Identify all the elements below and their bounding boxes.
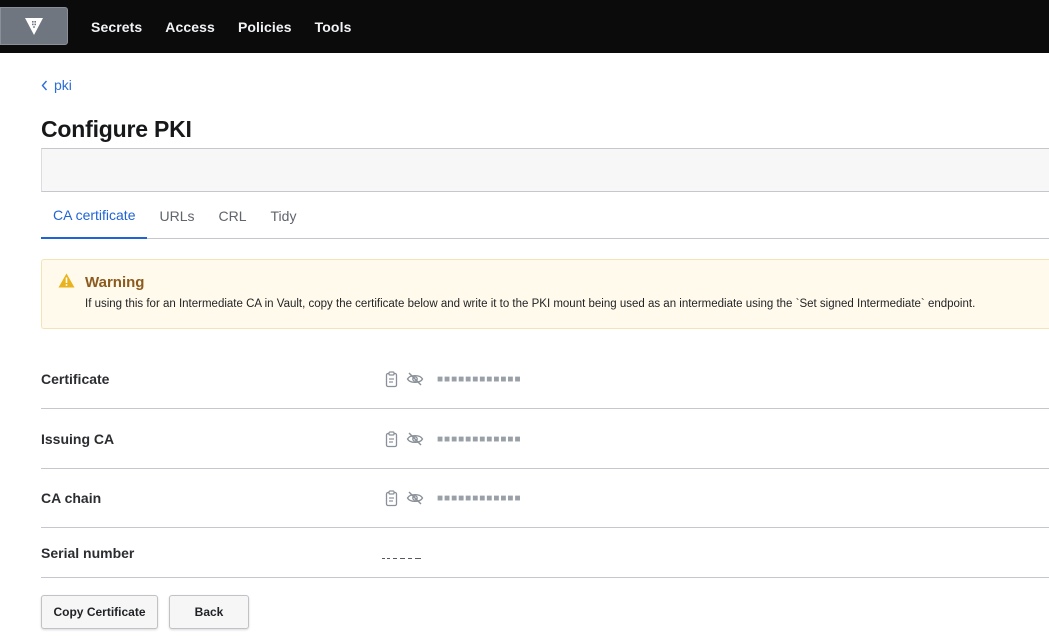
- breadcrumb[interactable]: pki: [41, 77, 72, 93]
- copy-icon[interactable]: [383, 430, 401, 448]
- field-row-ca-chain: CA chain ■■■■■■■■■■■■: [41, 469, 1049, 528]
- warning-title: Warning: [85, 274, 145, 291]
- breadcrumb-link-pki[interactable]: pki: [54, 77, 72, 93]
- masked-value: ■■■■■■■■■■■■: [437, 492, 522, 504]
- tab-tidy[interactable]: Tidy: [259, 192, 309, 239]
- nav-item-tools[interactable]: Tools: [315, 19, 352, 35]
- tab-bar: CA certificate URLs CRL Tidy: [41, 192, 1049, 239]
- field-actions: ■■■■■■■■■■■■: [383, 370, 521, 388]
- vault-logo-button[interactable]: [0, 7, 68, 45]
- eye-off-icon[interactable]: [406, 370, 424, 388]
- field-label: Serial number: [41, 545, 135, 561]
- masked-value: ■■■■■■■■■■■■: [437, 373, 522, 385]
- top-navigation-bar: Secrets Access Policies Tools: [0, 0, 1049, 53]
- nav-item-access[interactable]: Access: [165, 19, 215, 35]
- tab-urls[interactable]: URLs: [147, 192, 206, 239]
- eye-off-icon[interactable]: [406, 430, 424, 448]
- field-actions: ■■■■■■■■■■■■: [383, 430, 521, 448]
- warning-triangle-icon: [58, 273, 75, 293]
- field-row-serial-number: Serial number: [41, 528, 1049, 578]
- nav-item-policies[interactable]: Policies: [238, 19, 292, 35]
- tab-ca-certificate[interactable]: CA certificate: [41, 192, 148, 239]
- tab-crl[interactable]: CRL: [207, 192, 259, 239]
- serial-number-value: [382, 554, 424, 559]
- warning-message: If using this for an Intermediate CA in …: [85, 298, 976, 310]
- copy-certificate-button[interactable]: Copy Certificate: [41, 595, 158, 629]
- toolbar: [41, 148, 1049, 192]
- field-row-certificate: Certificate ■■■■■■■■■■■■: [41, 349, 1049, 409]
- copy-icon[interactable]: [383, 489, 401, 507]
- eye-off-icon[interactable]: [406, 489, 424, 507]
- warning-alert: Warning If using this for an Intermediat…: [41, 259, 1049, 329]
- vault-logo-icon: [25, 18, 43, 35]
- chevron-left-icon: [41, 80, 48, 91]
- back-button[interactable]: Back: [169, 595, 249, 629]
- main-nav: Secrets Access Policies Tools: [91, 0, 374, 53]
- copy-icon[interactable]: [383, 370, 401, 388]
- field-label: Issuing CA: [41, 431, 115, 447]
- field-label: Certificate: [41, 371, 110, 387]
- masked-value: ■■■■■■■■■■■■: [437, 433, 522, 445]
- field-label: CA chain: [41, 490, 102, 506]
- nav-item-secrets[interactable]: Secrets: [91, 19, 142, 35]
- page-title: Configure PKI: [41, 116, 192, 142]
- field-row-issuing-ca: Issuing CA ■■■■■■■■■■■■: [41, 409, 1049, 469]
- field-actions: ■■■■■■■■■■■■: [383, 489, 521, 507]
